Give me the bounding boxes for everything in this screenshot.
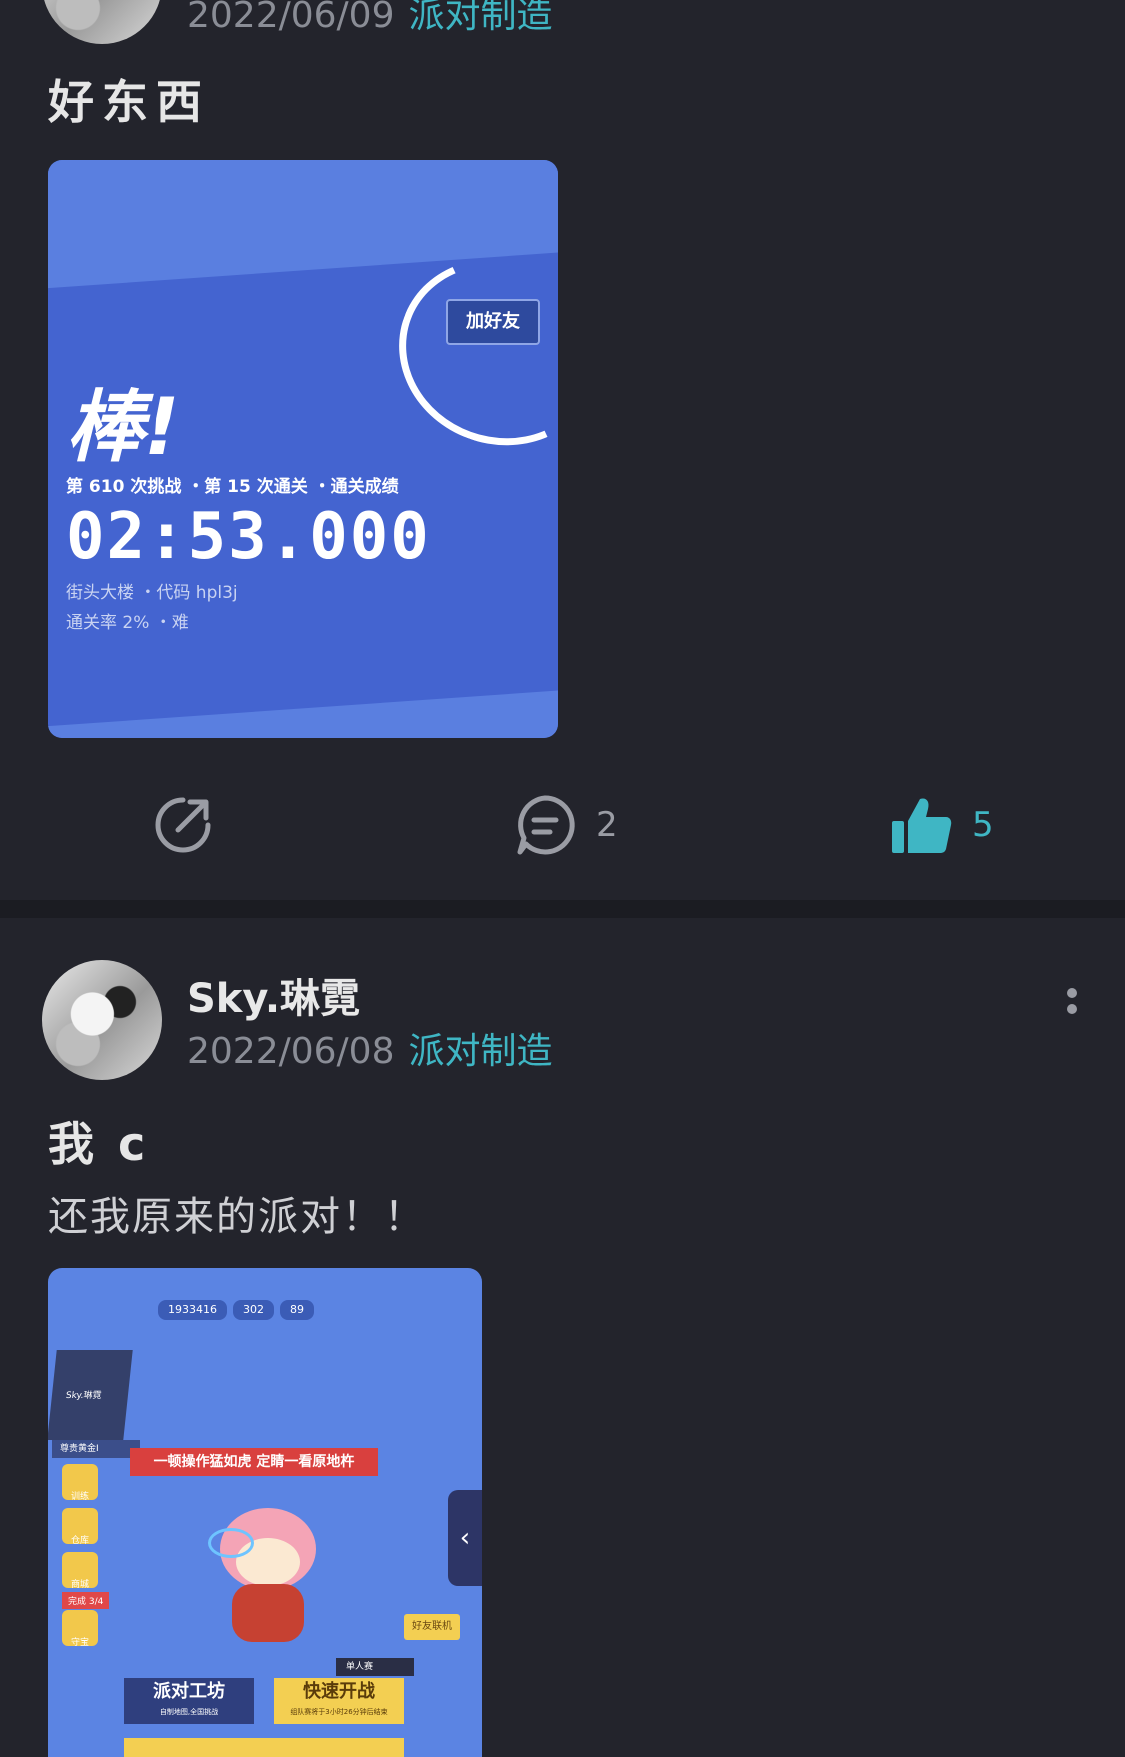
like-count: 5 xyxy=(972,805,994,845)
post-title: 好东西 xyxy=(48,75,210,129)
task-progress: 完成 3/4 xyxy=(62,1592,110,1609)
post-title: 我 c xyxy=(48,1117,150,1171)
menu-shop: 商城 xyxy=(62,1552,98,1590)
coin-count: 1933416 xyxy=(158,1300,227,1320)
post-date: 2022/06/09 xyxy=(187,0,395,36)
share-button[interactable] xyxy=(150,780,216,870)
result-time: 02:53.000 xyxy=(66,500,431,574)
post-meta: 2022/06/08 派对制造 xyxy=(187,1022,553,1074)
friend-online-label: 好友联机 xyxy=(404,1614,460,1640)
image-bottom-band xyxy=(48,688,558,738)
speech-banner: 一顿操作猛如虎 定睛一看原地杵 xyxy=(130,1448,378,1476)
more-options-button[interactable] xyxy=(1062,982,1082,1022)
post-card: 2022/06/09 派对制造 好东西 加好友 棒! 第 610 次挑战 ・第 1… xyxy=(0,0,1125,900)
like-button[interactable]: 5 xyxy=(890,780,994,870)
circle-annotation xyxy=(372,230,558,474)
player-name: Sky.琳霓 xyxy=(65,1391,102,1401)
solo-mode-label: 单人赛 xyxy=(336,1658,414,1676)
avatar[interactable] xyxy=(42,960,162,1080)
party-workshop-label: 派对工坊 自制地图,全国挑战 xyxy=(124,1678,254,1724)
menu-warehouse: 仓库 xyxy=(62,1508,98,1546)
share-icon xyxy=(155,797,211,853)
menu-guard: 守宝 xyxy=(62,1610,98,1648)
post-actions: 2 5 xyxy=(0,780,1125,870)
menu-train: 训练 xyxy=(62,1464,98,1502)
bottom-strip xyxy=(124,1738,404,1757)
thumbs-up-icon xyxy=(892,798,952,853)
level-info-line2: 通关率 2% ・难 xyxy=(66,613,189,633)
post-image[interactable]: 加好友 棒! 第 610 次挑战 ・第 15 次通关 ・通关成绩 02:53.0… xyxy=(48,160,558,738)
post-date: 2022/06/08 xyxy=(187,1031,395,1072)
avatar[interactable] xyxy=(42,0,162,44)
currency-bar: 1933416 302 89 xyxy=(158,1300,314,1320)
more-dot-icon xyxy=(1067,1004,1077,1014)
comment-button[interactable]: 2 xyxy=(512,780,618,870)
topic-tag[interactable]: 派对制造 xyxy=(409,1031,553,1072)
comment-count: 2 xyxy=(596,805,618,845)
level-info-line1: 街头大楼 ・代码 hpl3j xyxy=(66,583,238,603)
result-heading: 棒! xyxy=(66,383,180,473)
post-body: 还我原来的派对！！ xyxy=(48,1194,426,1240)
topic-tag[interactable]: 派对制造 xyxy=(409,0,553,36)
player-rank: 尊贵黄金I xyxy=(52,1440,140,1458)
result-stats: 第 610 次挑战 ・第 15 次通关 ・通关成绩 xyxy=(66,477,399,497)
username[interactable]: Sky.琳霓 xyxy=(187,966,360,1024)
gem-count: 302 xyxy=(233,1300,274,1320)
ticket-count: 89 xyxy=(280,1300,314,1320)
post-card: Sky.琳霓 2022/06/08 派对制造 我 c 还我原来的派对！！ 1933… xyxy=(0,918,1125,1757)
add-friend-label: 加好友 xyxy=(446,299,540,345)
post-image[interactable]: 1933416 302 89 Sky.琳霓 尊贵黄金I 训练 仓库 商城 完成 … xyxy=(48,1268,482,1757)
comment-icon xyxy=(517,795,575,855)
player-profile: Sky.琳霓 xyxy=(48,1350,133,1440)
post-divider xyxy=(0,900,1125,918)
game-character xyxy=(198,1498,338,1648)
post-meta: 2022/06/09 派对制造 xyxy=(187,0,553,38)
more-dot-icon xyxy=(1067,988,1077,998)
chevron-left-icon: ‹ xyxy=(448,1490,482,1586)
quick-battle-label: 快速开战 组队赛将于3小时26分钟后结束 xyxy=(274,1678,404,1724)
